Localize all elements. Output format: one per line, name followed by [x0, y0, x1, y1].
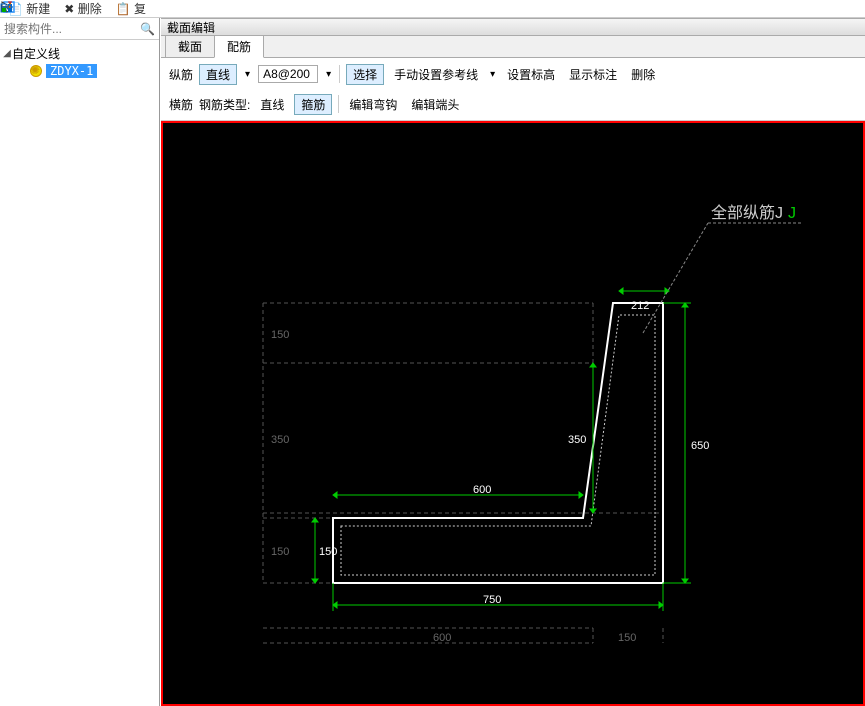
component-tree: ◢ 自定义线 ZDYX-1	[0, 40, 159, 706]
delete-button[interactable]: ✖ 删除	[64, 0, 101, 17]
panel-title: 截面编辑	[161, 18, 865, 36]
tree-child-label: ZDYX-1	[46, 64, 97, 78]
end-icon	[0, 0, 14, 14]
dim-150: 150	[319, 546, 337, 558]
line-button[interactable]: 直线	[199, 64, 237, 85]
toolbar: 纵筋 直线▾ A8@200▾ 选择 手动设置参考线▾ 设置标高 显示标注 删除 …	[161, 58, 865, 121]
tab-section[interactable]: 截面	[165, 35, 215, 57]
top-toolbar-fragment: 📄 新建 ✖ 删除 📋 复	[0, 0, 865, 18]
line-dropdown-icon[interactable]: ▾	[243, 69, 252, 80]
grid-150b: 150	[271, 546, 289, 558]
tree-toggle[interactable]: ◢	[2, 48, 12, 59]
annotation-suffix: J	[788, 205, 796, 222]
section-drawing: 212 350 650 600 750 150 150 350 150 600 …	[163, 123, 863, 706]
refline-dropdown-icon[interactable]: ▾	[488, 69, 497, 80]
dim-350: 350	[568, 434, 586, 446]
tab-rebar[interactable]: 配筋	[214, 35, 264, 58]
component-icon	[30, 65, 42, 77]
grid-150a: 150	[271, 329, 289, 341]
dim-650: 650	[691, 440, 709, 452]
show-annotation-button[interactable]: 显示标注	[565, 65, 621, 84]
stirrup-button[interactable]: 箍筋	[294, 94, 332, 115]
grid-150c: 150	[618, 632, 636, 644]
spec-dropdown-icon[interactable]: ▾	[324, 69, 333, 80]
edit-hook-button[interactable]: 编辑弯钩	[345, 95, 401, 114]
tree-child-row[interactable]: ZDYX-1	[30, 62, 157, 80]
sidebar: 🔍 ◢ 自定义线 ZDYX-1	[0, 18, 160, 706]
longitudinal-label: 纵筋	[169, 66, 193, 83]
set-elevation-button[interactable]: 设置标高	[503, 65, 559, 84]
tab-bar: 截面 配筋	[161, 36, 865, 58]
delete-rebar-button[interactable]: 删除	[627, 65, 659, 84]
dim-750: 750	[483, 594, 501, 606]
tree-root-label: 自定义线	[12, 45, 60, 62]
edit-end-button[interactable]: 编辑端头	[407, 95, 463, 114]
search-input[interactable]	[4, 22, 140, 36]
select-button[interactable]: 选择	[346, 64, 384, 85]
rebar-type-label: 钢筋类型:	[199, 96, 250, 113]
manual-refline-button[interactable]: 手动设置参考线	[390, 65, 482, 84]
tree-root-row[interactable]: ◢ 自定义线	[2, 44, 157, 62]
annotation-label: 全部纵筋J	[711, 204, 783, 222]
search-icon[interactable]: 🔍	[140, 22, 155, 36]
search-bar: 🔍	[0, 18, 159, 40]
copy-button-frag[interactable]: 📋 复	[116, 0, 146, 17]
spec-input[interactable]: A8@200	[258, 65, 318, 83]
dim-212: 212	[631, 300, 649, 312]
grid-350: 350	[271, 434, 289, 446]
separator	[338, 95, 339, 113]
dim-600: 600	[473, 484, 491, 496]
grid-600: 600	[433, 632, 451, 644]
trans-line-button[interactable]: 直线	[256, 95, 288, 114]
separator	[339, 65, 340, 83]
drawing-canvas[interactable]: 212 350 650 600 750 150 150 350 150 600 …	[161, 121, 865, 706]
right-panel: 截面编辑 截面 配筋 纵筋 直线 ▾ A8@200 ▾ 选择 手动设置参考线 ▾ 设置…	[160, 18, 865, 706]
transverse-label: 横筋	[169, 96, 193, 113]
